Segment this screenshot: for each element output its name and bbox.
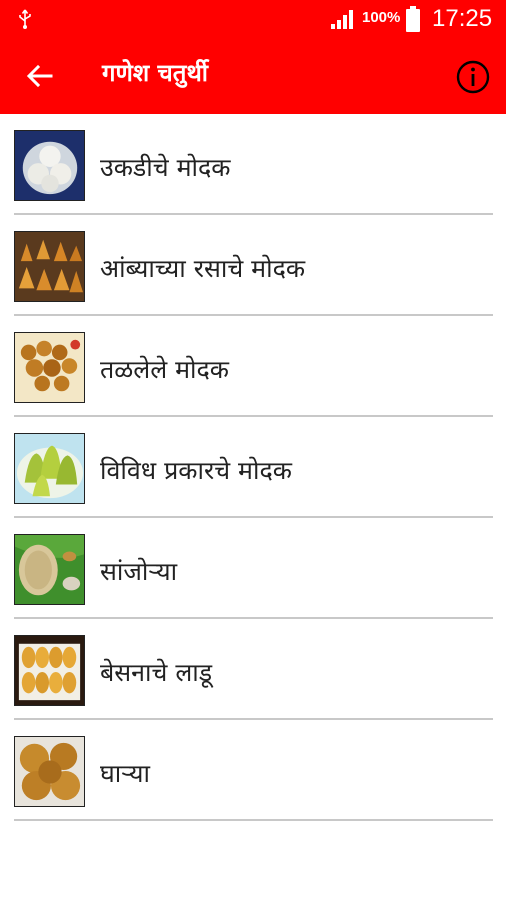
usb-icon (19, 9, 31, 29)
info-icon[interactable] (455, 59, 491, 95)
besan-ladoo-thumbnail (14, 635, 85, 706)
list-item[interactable]: घाऱ्या (14, 720, 493, 821)
list-item-label: आंब्याच्या रसाचे मोदक (100, 254, 306, 283)
mango-modak-thumbnail (14, 231, 85, 302)
page-title: गणेश चतुर्थी (102, 59, 209, 87)
clock: 17:25 (432, 5, 493, 32)
signal-icon (331, 10, 353, 29)
list-item[interactable]: सांजोऱ्या (14, 518, 493, 619)
list-item-label: विविध प्रकारचे मोदक (100, 456, 292, 485)
list-item[interactable]: बेसनाचे लाडू (14, 619, 493, 720)
list-item[interactable]: विविध प्रकारचे मोदक (14, 417, 493, 518)
fried-modak-thumbnail (14, 332, 85, 403)
sanjorya-thumbnail (14, 534, 85, 605)
back-arrow-icon[interactable] (24, 60, 56, 92)
app-bar: गणेश चतुर्थी (0, 38, 506, 114)
list-item-label: सांजोऱ्या (100, 557, 178, 586)
battery-percentage: 100% (362, 9, 401, 26)
battery-icon (406, 6, 420, 32)
list-item[interactable]: उकडीचे मोदक (14, 114, 493, 215)
assorted-modak-thumbnail (14, 433, 85, 504)
list-item-label: घाऱ्या (100, 759, 150, 788)
status-bar: 100% 17:25 (0, 0, 506, 38)
gharya-thumbnail (14, 736, 85, 807)
list-item[interactable]: आंब्याच्या रसाचे मोदक (14, 215, 493, 316)
list-item-label: बेसनाचे लाडू (100, 658, 213, 687)
divider (14, 819, 493, 821)
list-item[interactable]: तळलेले मोदक (14, 316, 493, 417)
modak-steamed-thumbnail (14, 130, 85, 201)
list-item-label: उकडीचे मोदक (100, 153, 231, 182)
list-item-label: तळलेले मोदक (100, 355, 229, 384)
